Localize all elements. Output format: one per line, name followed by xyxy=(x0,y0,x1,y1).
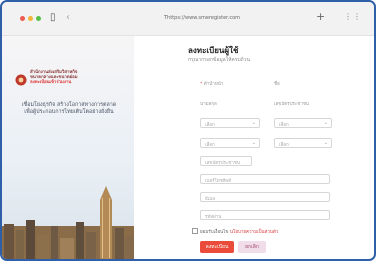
sidebar-toggle-icon[interactable]: ▯ xyxy=(50,11,56,25)
maximize-window-dot[interactable] xyxy=(36,16,41,21)
agree-checkbox[interactable] xyxy=(192,228,198,234)
district-select-value: เลือก xyxy=(279,123,289,128)
district-select[interactable]: เลือก ⌄ xyxy=(274,118,332,128)
new-tab-button[interactable]: + xyxy=(316,10,325,23)
province-select[interactable]: เลือก ⌄ xyxy=(200,118,260,128)
browser-menu-icon[interactable]: ⋮⋮ xyxy=(344,12,362,21)
idcard-label: เลขบัตรประชาชน xyxy=(274,102,309,107)
password-field[interactable]: รหัสผ่าน xyxy=(200,210,330,220)
agree-terms: ยอมรับเงื่อนไข นโยบายความเป็นส่วนตัว xyxy=(200,228,278,235)
minimize-window-dot[interactable] xyxy=(28,16,33,21)
browser-titlebar: ▯ ‹ Thttps://www.smeregister.com + ⋮⋮ xyxy=(2,2,374,36)
back-arrow-icon[interactable]: ‹ xyxy=(66,11,70,25)
tagline: เชื่อมโยงธุรกิจ สร้างโอกาสทางการตลาด เพื… xyxy=(16,102,122,116)
phone-field-label: เบอร์โทรศัพท์ xyxy=(205,179,232,184)
branding-panel: สำนักงานส่งเสริมวิสาหกิจ ขนาดกลางและขนาด… xyxy=(2,36,134,259)
idcard-field-label: เลขบัตรประชาชน xyxy=(205,161,240,166)
address-bar[interactable]: Thttps://www.smeregister.com xyxy=(164,15,240,21)
cancel-button[interactable]: ยกเลิก xyxy=(238,241,266,253)
chevron-down-icon: ⌄ xyxy=(251,120,256,126)
chevron-down-icon: ⌄ xyxy=(323,120,328,126)
subdistrict-select-value: เลือก xyxy=(205,143,215,148)
brand-name-line3: ลงทะเบียนเข้าร่วมงาน xyxy=(30,80,72,86)
city-skyline-image xyxy=(2,186,134,259)
postcode-select[interactable]: เลือก ⌄ xyxy=(274,138,332,148)
close-window-dot[interactable] xyxy=(20,16,25,21)
chevron-down-icon: ⌄ xyxy=(323,140,328,146)
postcode-select-value: เลือก xyxy=(279,143,289,148)
password-field-label: รหัสผ่าน xyxy=(205,215,222,220)
idcard-field[interactable]: เลขบัตรประชาชน xyxy=(200,156,252,166)
prefix-label: คำนำหน้า xyxy=(200,80,224,87)
chevron-down-icon: ⌄ xyxy=(251,140,256,146)
phone-field[interactable]: เบอร์โทรศัพท์ xyxy=(200,174,330,184)
lastname-label: นามสกุล xyxy=(200,102,217,107)
subdistrict-select[interactable]: เลือก ⌄ xyxy=(200,138,260,148)
firstname-label: ชื่อ xyxy=(274,82,280,87)
privacy-policy-link[interactable]: นโยบายความเป็นส่วนตัว xyxy=(230,230,278,235)
email-field[interactable]: อีเมล xyxy=(200,192,330,202)
tagline-line2: เพื่อผู้ประกอบการไทยเติบโตอย่างยั่งยืน xyxy=(24,109,114,115)
tagline-line1: เชื่อมโยงธุรกิจ สร้างโอกาสทางการตลาด xyxy=(21,102,117,108)
email-field-label: อีเมล xyxy=(205,197,215,202)
brand-logo-icon xyxy=(15,74,27,86)
agree-text: ยอมรับเงื่อนไข xyxy=(200,230,229,235)
province-select-value: เลือก xyxy=(205,123,215,128)
brand-name: สำนักงานส่งเสริมวิสาหกิจ ขนาดกลางและขนาด… xyxy=(30,70,120,86)
browser-window: ▯ ‹ Thttps://www.smeregister.com + ⋮⋮ สำ… xyxy=(0,0,376,261)
register-button[interactable]: ลงทะเบียน xyxy=(200,241,234,253)
page-subtitle: กรุณากรอกข้อมูลให้ครบถ้วน xyxy=(188,57,250,63)
